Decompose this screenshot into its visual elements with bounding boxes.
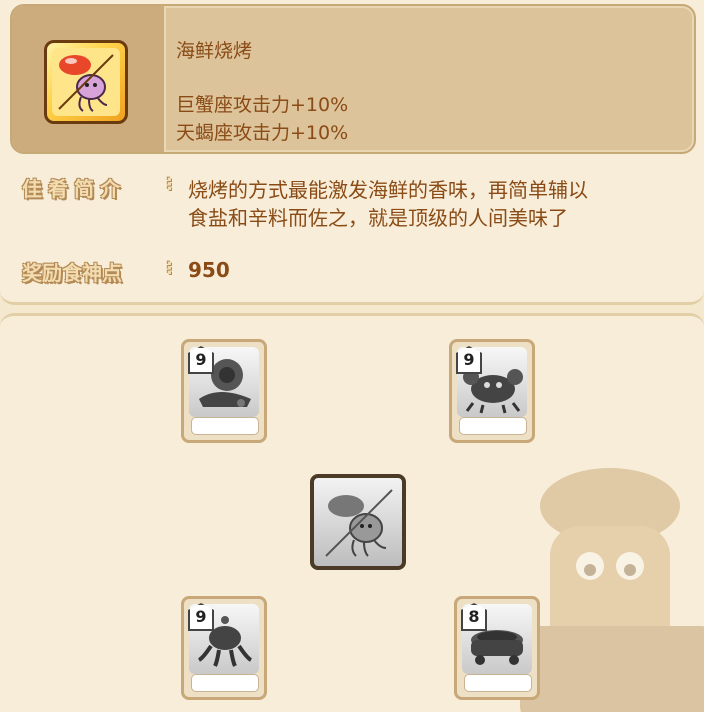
ingredient-slot[interactable]: 9 — [181, 339, 267, 443]
reward-value: 950 — [188, 258, 230, 282]
intro-line: 烧烤的方式最能激发海鲜的香味，再简单辅以 — [188, 178, 588, 202]
ingredient-panel: 9 9 9 8 — [0, 313, 704, 712]
ingredient-slot[interactable]: 9 — [449, 339, 535, 443]
quantity-bar — [191, 417, 259, 435]
quantity-bar — [191, 674, 259, 692]
chef-character-decoration — [520, 468, 704, 712]
reward-label: 奖励食神点 — [22, 261, 122, 285]
ingredient-slot[interactable]: 9 — [181, 596, 267, 700]
recipe-icon-pane — [12, 6, 166, 152]
seafood-bbq-icon — [44, 40, 128, 124]
quantity-bar — [459, 417, 527, 435]
recipe-info-panel: 海鲜烧烤 巨蟹座攻击力+10% 天蝎座攻击力+10% 佳肴简介 ⁝ 烧烤的方式最… — [0, 0, 704, 305]
ingredient-slot[interactable]: 8 — [454, 596, 540, 700]
colon-icon: ⁝ — [166, 174, 173, 195]
quantity-bar — [464, 674, 532, 692]
colon-icon: ⁝ — [166, 258, 173, 279]
seafood-bbq-grey-icon — [325, 489, 393, 557]
intro-line: 食盐和辛料而佐之，就是顶级的人间美味了 — [188, 206, 568, 230]
bonus-line: 巨蟹座攻击力+10% — [176, 94, 349, 116]
dish-name: 海鲜烧烤 — [176, 40, 253, 62]
intro-label: 佳肴简介 — [22, 177, 126, 201]
result-dish-slot[interactable] — [310, 474, 406, 570]
recipe-header-card: 海鲜烧烤 巨蟹座攻击力+10% 天蝎座攻击力+10% — [10, 4, 696, 154]
bonus-line: 天蝎座攻击力+10% — [176, 122, 349, 144]
